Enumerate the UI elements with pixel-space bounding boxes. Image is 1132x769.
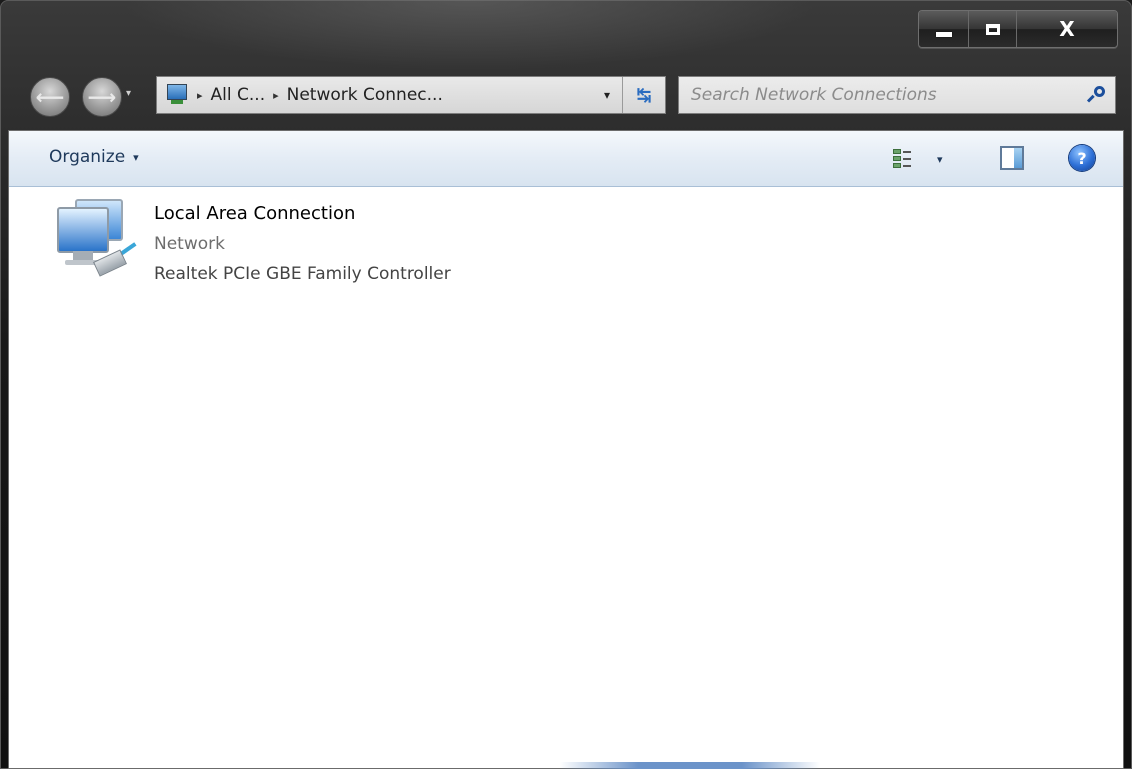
recent-pages-dropdown[interactable]: ▾ xyxy=(126,88,131,99)
maximize-icon xyxy=(985,23,1000,35)
refresh-icon: ↹ xyxy=(636,84,652,106)
organize-label: Organize xyxy=(49,147,126,167)
search-box[interactable]: Search Network Connections xyxy=(678,76,1116,114)
help-icon: ? xyxy=(1077,148,1087,168)
taskbar-highlight xyxy=(560,762,820,769)
search-input[interactable]: Search Network Connections xyxy=(691,85,937,105)
explorer-window: X ⟵ ⟶ ▾ ▸ All C... ▸ Network Connec... ▾… xyxy=(0,0,1132,769)
connection-details: Local Area Connection Network Realtek PC… xyxy=(154,199,451,299)
views-icon xyxy=(893,148,911,170)
content-area: Organize ▾ ▾ ? Local Area Connection Net… xyxy=(8,130,1124,769)
chevron-down-icon: ▾ xyxy=(133,150,139,164)
forward-arrow-icon: ⟶ xyxy=(87,85,117,109)
help-button[interactable]: ? xyxy=(1069,145,1095,171)
change-view-button[interactable]: ▾ xyxy=(893,145,963,173)
back-arrow-icon: ⟵ xyxy=(35,85,65,109)
list-item[interactable]: Local Area Connection Network Realtek PC… xyxy=(49,199,451,299)
refresh-button[interactable]: ↹ xyxy=(622,77,665,113)
close-button[interactable]: X xyxy=(1017,11,1117,47)
views-dropdown-icon[interactable]: ▾ xyxy=(937,153,943,166)
back-button[interactable]: ⟵ xyxy=(30,77,70,117)
network-adapter-icon xyxy=(49,199,139,299)
breadcrumb-network-connections[interactable]: Network Connec... xyxy=(287,85,443,105)
title-glow xyxy=(120,0,820,70)
minimize-button[interactable] xyxy=(919,11,969,47)
search-icon[interactable] xyxy=(1086,86,1105,104)
organize-button[interactable]: Organize ▾ xyxy=(49,147,139,167)
connection-name: Local Area Connection xyxy=(154,203,356,224)
network-folder-icon xyxy=(165,83,189,107)
preview-pane-button[interactable] xyxy=(1000,146,1024,170)
connection-device: Realtek PCIe GBE Family Controller xyxy=(154,264,451,284)
maximize-button[interactable] xyxy=(969,11,1017,47)
connection-status: Network xyxy=(154,234,225,254)
breadcrumb-all-control-panel[interactable]: All C... xyxy=(211,85,266,105)
command-bar: Organize ▾ ▾ ? xyxy=(9,131,1123,187)
caption-buttons: X xyxy=(918,10,1118,48)
minimize-icon xyxy=(935,31,952,37)
breadcrumb-separator[interactable]: ▸ xyxy=(273,89,279,102)
address-bar[interactable]: ▸ All C... ▸ Network Connec... ▾ ↹ xyxy=(156,76,666,114)
close-icon: X xyxy=(1059,17,1075,41)
forward-button[interactable]: ⟶ xyxy=(82,77,122,117)
address-dropdown-button[interactable]: ▾ xyxy=(592,88,622,102)
breadcrumb-separator[interactable]: ▸ xyxy=(197,89,203,102)
